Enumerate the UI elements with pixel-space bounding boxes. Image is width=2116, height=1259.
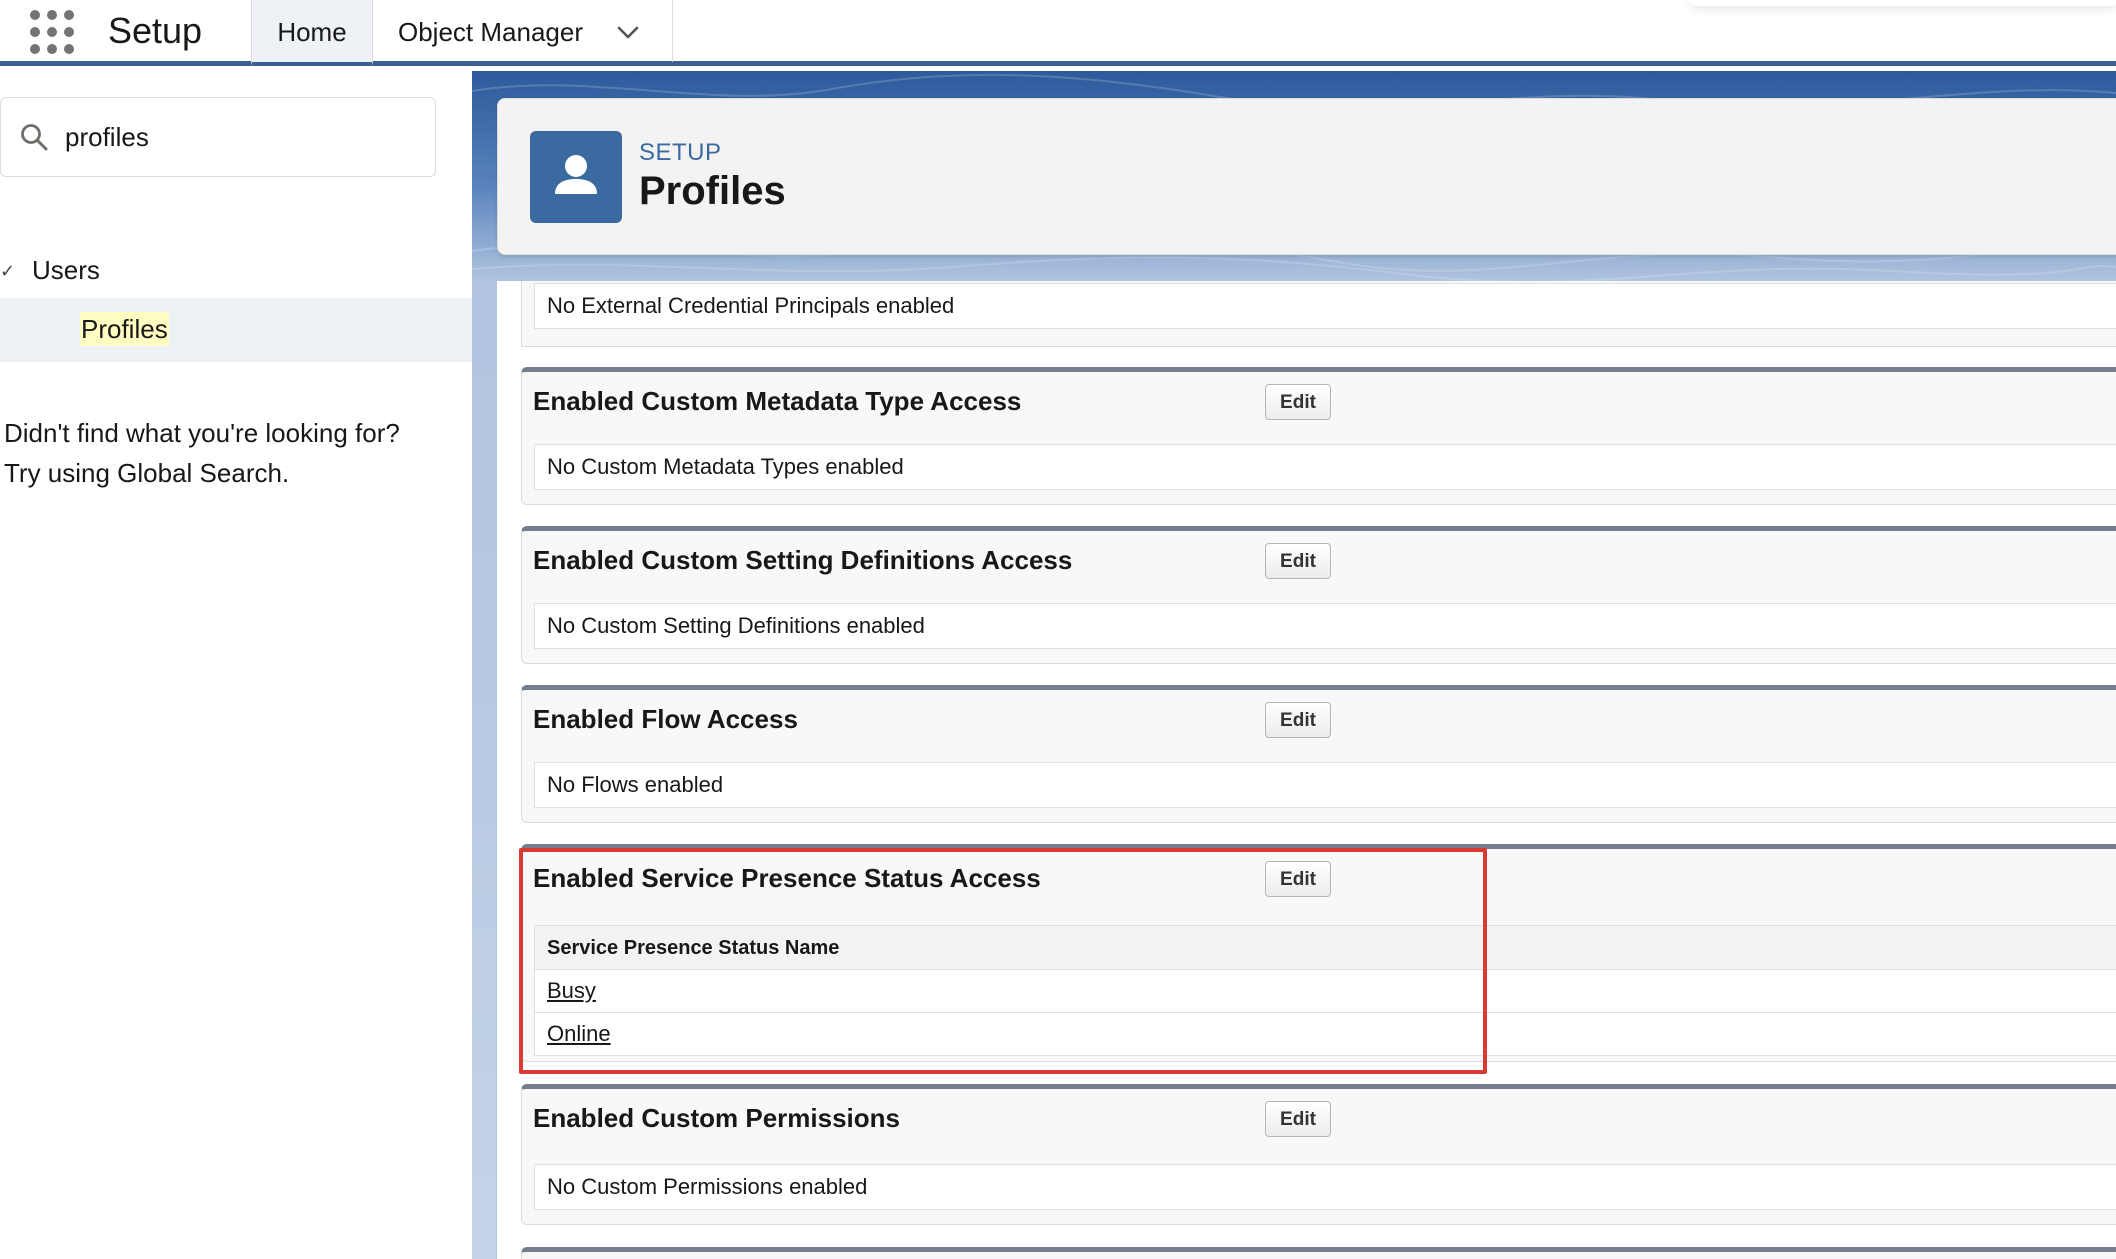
table-row: Busy xyxy=(535,970,2116,1013)
page-header: SETUP Profiles xyxy=(497,98,2116,255)
user-icon xyxy=(530,131,622,223)
tab-object-manager-label: Object Manager xyxy=(398,17,583,47)
tree-item-profiles[interactable]: Profiles xyxy=(0,298,472,362)
setup-sidebar: ✓ Users Profiles Didn't find what you're… xyxy=(0,71,472,1259)
quick-find-input[interactable] xyxy=(65,116,415,158)
section-title: Enabled Custom Setting Definitions Acces… xyxy=(533,545,1073,575)
quick-find-box xyxy=(0,97,436,177)
edit-button[interactable]: Edit xyxy=(1265,861,1331,897)
page-eyebrow: SETUP xyxy=(639,139,722,166)
status-link-busy[interactable]: Busy xyxy=(547,978,596,1003)
not-found-line-1: Didn't find what you're looking for? xyxy=(4,418,400,448)
section-title: Enabled Custom Metadata Type Access xyxy=(533,386,1022,416)
section-flow-access: Enabled Flow Access Edit No Flows enable… xyxy=(521,685,2116,823)
page-title: Profiles xyxy=(639,169,786,213)
tree-item-profiles-label: Profiles xyxy=(80,312,169,346)
edit-button[interactable]: Edit xyxy=(1265,543,1331,579)
tree-item-users[interactable]: ✓ Users xyxy=(0,249,472,291)
section-service-presence: Enabled Service Presence Status Access E… xyxy=(521,844,2116,1062)
empty-message: No Flows enabled xyxy=(534,762,2116,808)
tab-object-manager[interactable]: Object Manager xyxy=(373,0,673,62)
section-title: Enabled Custom Permissions xyxy=(533,1103,900,1133)
column-header: Service Presence Status Name xyxy=(535,926,2116,970)
empty-message: No Custom Setting Definitions enabled xyxy=(534,603,2116,649)
not-found-message: Didn't find what you're looking for? Try… xyxy=(4,413,464,493)
empty-message: No Custom Metadata Types enabled xyxy=(534,444,2116,490)
global-header: Setup Home Object Manager xyxy=(0,0,2116,66)
app-title: Setup xyxy=(108,10,203,51)
empty-message: No Custom Permissions enabled xyxy=(534,1164,2116,1210)
not-found-line-2: Try using Global Search. xyxy=(4,458,290,488)
search-icon xyxy=(21,124,48,151)
section-title: Enabled Service Presence Status Access xyxy=(533,863,1041,893)
utility-bar-edge xyxy=(1690,0,2116,6)
left-gutter xyxy=(472,281,496,1259)
section-external-credentials: No External Credential Principals enable… xyxy=(521,281,2116,347)
chevron-down-icon[interactable] xyxy=(616,20,640,44)
service-presence-table: Service Presence Status Name Busy Online xyxy=(534,925,2116,1056)
section-title: Enabled Flow Access xyxy=(533,704,798,734)
empty-message: No External Credential Principals enable… xyxy=(534,283,2116,329)
edit-button[interactable]: Edit xyxy=(1265,702,1331,738)
edit-button[interactable]: Edit xyxy=(1265,1101,1331,1137)
app-launcher-waffle-icon[interactable] xyxy=(28,8,76,56)
tree-item-users-label: Users xyxy=(32,255,100,285)
check-icon: ✓ xyxy=(0,261,16,281)
tab-home[interactable]: Home xyxy=(251,0,373,66)
section-custom-permissions: Enabled Custom Permissions Edit No Custo… xyxy=(521,1084,2116,1225)
edit-button[interactable]: Edit xyxy=(1265,384,1331,420)
table-row: Online xyxy=(535,1013,2116,1056)
section-next xyxy=(521,1247,2116,1259)
profile-detail-content: No External Credential Principals enable… xyxy=(497,281,2116,1259)
status-link-online[interactable]: Online xyxy=(547,1021,611,1046)
section-custom-metadata: Enabled Custom Metadata Type Access Edit… xyxy=(521,367,2116,505)
section-custom-settings: Enabled Custom Setting Definitions Acces… xyxy=(521,526,2116,664)
